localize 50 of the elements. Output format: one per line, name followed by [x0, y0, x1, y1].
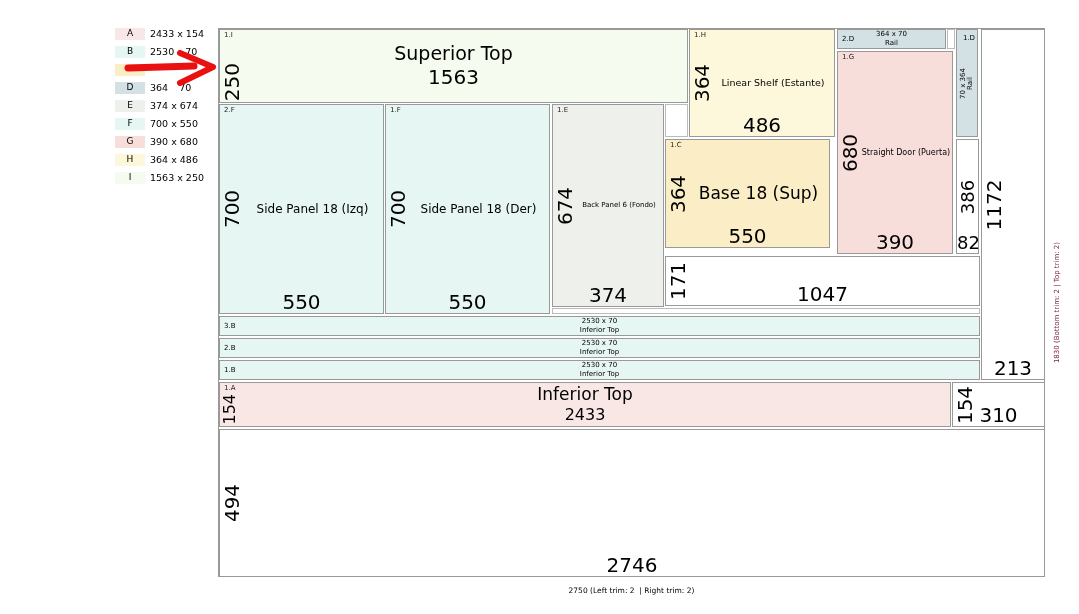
- legend-size: 390 x 680: [150, 137, 198, 147]
- legend-swatch: B: [115, 46, 145, 58]
- height-label: 364: [692, 63, 712, 103]
- legend-size: 2433 x 154: [150, 29, 204, 39]
- legend-swatch: G: [115, 136, 145, 148]
- height-label: 1172: [984, 179, 1004, 230]
- piece-title: Base 18 (Sup): [698, 181, 819, 205]
- legend-swatch: D: [115, 82, 145, 94]
- legend-size: 700 x 550: [150, 119, 198, 129]
- legend-size: 374 x 674: [150, 101, 198, 111]
- width-label: 550: [281, 292, 322, 312]
- width-label: 374: [587, 285, 629, 305]
- width-label: 1563: [428, 65, 479, 91]
- legend-size: 70: [185, 47, 198, 57]
- height-label: 680: [840, 133, 860, 172]
- legend-swatch: A: [115, 28, 145, 40]
- width-label: 82: [957, 234, 978, 252]
- height-label: 674: [555, 186, 575, 225]
- legend-size: 364 x 486: [150, 155, 198, 165]
- piece-title: Side Panel 18 (Izq): [256, 201, 369, 218]
- height-label: 250: [222, 62, 242, 101]
- height-label: 700: [222, 189, 242, 229]
- legend-size: 2530: [150, 47, 175, 57]
- height-label: 494: [222, 483, 242, 523]
- piece-title: Straight Door (Puerta): [861, 146, 951, 159]
- height-label: 364: [668, 174, 688, 213]
- width-label: 390: [874, 232, 916, 252]
- empty-slot: [665, 104, 688, 137]
- piece-title: Inferior Top: [537, 383, 633, 406]
- piece-title: Linear Shelf (Estante): [721, 75, 825, 90]
- piece-title: Superior Top: [394, 41, 513, 66]
- width-label: 213: [992, 358, 1034, 378]
- empty-slot: [947, 29, 955, 49]
- piece-title: Side Panel 18 (Der): [420, 201, 537, 218]
- width-label: 2433: [564, 405, 606, 426]
- legend-swatch: I: [115, 172, 145, 184]
- height-label: 171: [668, 261, 688, 301]
- legend-size: 364: [150, 83, 169, 93]
- legend-swatch: F: [115, 118, 145, 130]
- height-label: 386: [959, 179, 977, 214]
- height-label: 154: [222, 394, 238, 425]
- legend-swatch: H: [115, 154, 145, 166]
- width-label: 2746: [605, 555, 659, 575]
- legend-size: 1563 x 250: [150, 173, 204, 183]
- height-label: 154: [955, 385, 975, 424]
- width-label: 486: [741, 115, 783, 135]
- height-label: 700: [388, 189, 408, 229]
- width-label: 550: [447, 292, 488, 312]
- legend-swatch: E: [115, 100, 145, 112]
- width-label: 550: [727, 226, 768, 246]
